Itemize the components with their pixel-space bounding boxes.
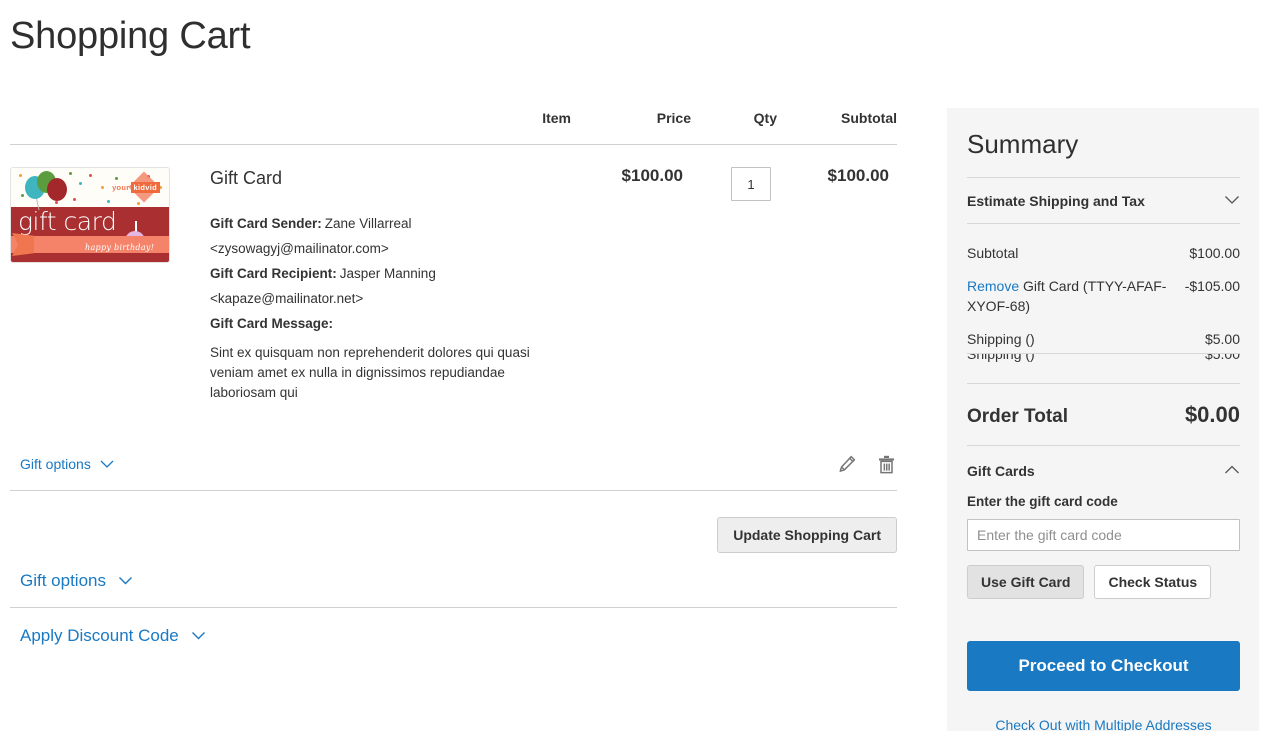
total-row-gift-card: Remove Gift Card (TTYY-AFAF-XYOF-68) -$1…: [967, 269, 1240, 322]
option-label: Gift Card Recipient:: [210, 265, 337, 281]
cart-item-qty-cell: [691, 145, 777, 403]
page-title: Shopping Cart: [10, 15, 251, 57]
chevron-down-icon: [191, 626, 206, 646]
gift-options-toggle[interactable]: Gift options: [20, 571, 133, 591]
item-gift-options-label: Gift options: [20, 456, 91, 473]
cart-item-actions-row: Gift options: [10, 455, 897, 491]
column-header-item: Item: [10, 110, 571, 145]
column-header-subtotal: Subtotal: [777, 110, 897, 145]
cart-item-subtotal-cell: $100.00: [777, 145, 897, 403]
logo-text-secondary: kidvid: [130, 182, 160, 193]
chevron-up-icon: [1224, 462, 1240, 480]
order-total-row: Order Total $0.00: [967, 384, 1240, 446]
chevron-down-icon: [1224, 192, 1240, 210]
estimate-shipping-tax-label: Estimate Shipping and Tax: [967, 192, 1145, 209]
total-row-shipping-duplicate: Shipping () $5.00: [967, 352, 1240, 374]
logo-text-primary: your: [112, 183, 130, 192]
pencil-icon[interactable]: [838, 455, 856, 473]
shipping-label: Shipping (): [967, 330, 1035, 347]
shipping-value: $5.00: [1204, 330, 1240, 347]
gift-card-discount-value: -$105.00: [1184, 277, 1240, 294]
item-action-icons: [838, 455, 897, 474]
gift-card-options: Gift Card Sender: Zane Villarreal <zysowa…: [210, 211, 571, 336]
cart-items-column: Item Price Qty Subtotal your kidvid gift…: [10, 110, 897, 662]
estimate-shipping-tax-toggle[interactable]: Estimate Shipping and Tax: [967, 178, 1240, 224]
chevron-down-icon: [100, 456, 114, 472]
gift-card-code-label: Enter the gift card code: [967, 493, 1118, 509]
trash-icon[interactable]: [878, 455, 895, 474]
gift-options-label: Gift options: [20, 570, 106, 590]
chevron-down-icon: [118, 571, 133, 591]
collapsible-gift-options: Gift options: [10, 553, 897, 608]
item-price: $100.00: [621, 166, 683, 185]
option-sender: Gift Card Sender: Zane Villarreal <zysowa…: [210, 211, 571, 261]
item-gift-options-toggle[interactable]: Gift options: [20, 456, 114, 472]
subtotal-value: $100.00: [1189, 244, 1240, 261]
order-total-label: Order Total: [967, 405, 1068, 427]
brand-logo: your kidvid: [112, 182, 160, 193]
table-header-row: Item Price Qty Subtotal: [10, 110, 897, 145]
total-row-subtotal: Subtotal $100.00: [967, 236, 1240, 269]
total-row-shipping: Shipping () $5.00: [967, 322, 1240, 355]
summary-heading: Summary: [967, 129, 1079, 159]
use-gift-card-button[interactable]: Use Gift Card: [967, 564, 1085, 599]
shipping-duplicate-label: Shipping (): [967, 352, 1035, 362]
remove-gift-card-link[interactable]: Remove: [967, 278, 1019, 294]
apply-discount-code-label: Apply Discount Code: [20, 625, 179, 645]
order-summary-panel: Summary Estimate Shipping and Tax Subtot…: [947, 108, 1259, 731]
check-status-button[interactable]: Check Status: [1094, 564, 1212, 599]
order-total-value: $0.00: [1184, 401, 1240, 427]
cart-item-price-cell: $100.00: [571, 145, 691, 403]
cart-item-details: Gift Card Gift Card Sender: Zane Villarre…: [170, 167, 571, 403]
thumbnail-ribbon-text: happy birthday!: [85, 243, 155, 252]
table-row: your kidvid gift card happy birthday! Gi…: [10, 145, 897, 403]
update-cart-row: Update Shopping Cart: [10, 491, 897, 553]
multiple-addresses-link[interactable]: Check Out with Multiple Addresses: [967, 717, 1240, 731]
gift-card-buttons: Use Gift Card Check Status: [967, 564, 1240, 599]
thumbnail-card-text: gift card: [18, 207, 117, 237]
column-header-qty: Qty: [691, 110, 777, 145]
option-recipient: Gift Card Recipient: Jasper Manning <kapa…: [210, 261, 571, 311]
shipping-duplicate-value: $5.00: [1204, 352, 1240, 362]
gift-cards-section-toggle[interactable]: Gift Cards: [967, 446, 1240, 494]
cart-item-cell: your kidvid gift card happy birthday! Gi…: [10, 145, 571, 403]
gift-card-code-input[interactable]: [967, 518, 1240, 551]
update-shopping-cart-button[interactable]: Update Shopping Cart: [717, 516, 897, 553]
quantity-input[interactable]: [731, 167, 771, 201]
gift-card-message-text: Sint ex quisquam non reprehenderit dolor…: [210, 344, 530, 400]
balloon-icon: [47, 178, 67, 201]
option-message: Gift Card Message:: [210, 311, 571, 336]
product-name[interactable]: Gift Card: [210, 168, 571, 189]
option-label: Gift Card Sender:: [210, 215, 322, 231]
gift-card-discount-label: Remove Gift Card (TTYY-AFAF-XYOF-68): [967, 276, 1175, 316]
totals-list: Subtotal $100.00 Remove Gift Card (TTYY-…: [967, 224, 1240, 384]
subtotal-label: Subtotal: [967, 244, 1019, 261]
gift-cards-section-label: Gift Cards: [967, 462, 1035, 479]
apply-discount-code-toggle[interactable]: Apply Discount Code: [20, 626, 206, 646]
item-subtotal: $100.00: [827, 166, 889, 185]
cart-table: Item Price Qty Subtotal your kidvid gift…: [10, 110, 897, 403]
option-label: Gift Card Message:: [210, 315, 334, 331]
proceed-to-checkout-button[interactable]: Proceed to Checkout: [967, 640, 1240, 691]
column-header-price: Price: [571, 110, 691, 145]
gift-card-thumbnail-image[interactable]: your kidvid gift card happy birthday!: [10, 167, 170, 263]
shopping-cart-page: Shopping Cart Item Price Qty Subtotal yo…: [0, 0, 1268, 731]
collapsible-discount-code: Apply Discount Code: [10, 608, 897, 662]
